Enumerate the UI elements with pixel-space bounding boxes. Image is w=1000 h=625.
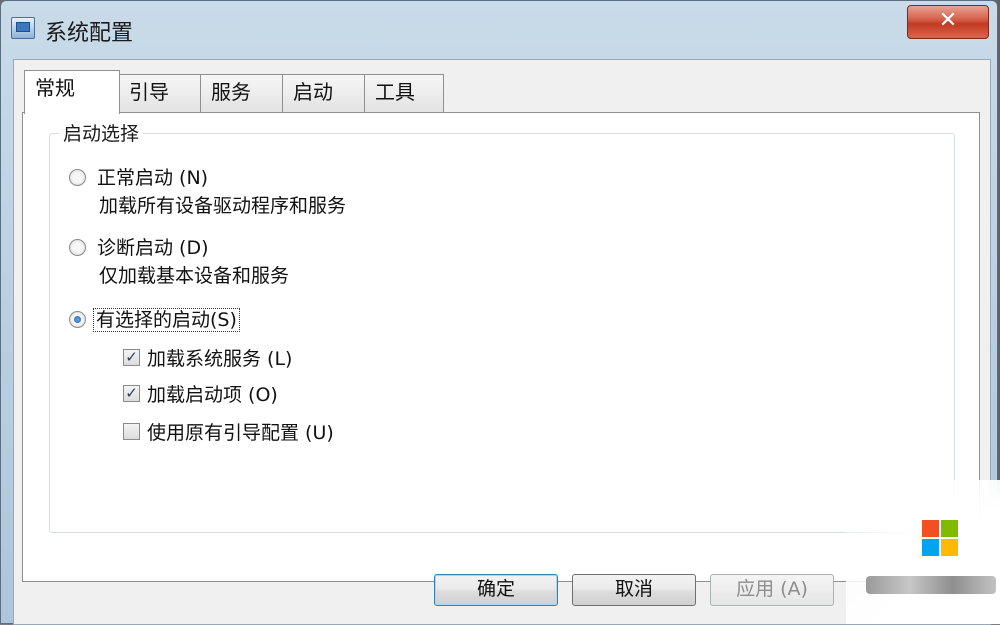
normal-startup-label[interactable]: 正常启动 (N) (97, 163, 208, 190)
system-config-icon (11, 17, 35, 39)
windows-logo-yellow (941, 539, 958, 556)
watermark-overlay (846, 480, 1000, 624)
tab-boot[interactable]: 引导 (118, 74, 202, 112)
selective-startup-radio[interactable] (69, 311, 86, 328)
windows-logo-green (941, 520, 958, 537)
diagnostic-startup-radio[interactable] (69, 239, 86, 256)
use-original-boot-config-checkbox[interactable] (123, 423, 140, 440)
normal-startup-radio[interactable] (69, 169, 86, 186)
dialog-client-area: 常规 引导 服务 启动 工具 启动选择 正常启动 (N) 加载所有设备驱动程序和… (13, 59, 991, 625)
load-system-services-label[interactable]: 加载系统服务 (L) (147, 344, 292, 371)
checkmark-icon: ✓ (125, 384, 138, 402)
tab-general[interactable]: 常规 (24, 70, 120, 114)
load-startup-items-label[interactable]: 加载启动项 (O) (147, 380, 278, 407)
startup-selection-label: 启动选择 (59, 119, 144, 146)
blurred-watermark-text (866, 576, 996, 594)
tab-services-label: 服务 (211, 80, 251, 104)
selective-startup-label-text: 有选择的启动(S) (93, 308, 240, 332)
tab-startup[interactable]: 启动 (282, 74, 366, 112)
ok-button[interactable]: 确定 (434, 574, 558, 606)
general-tab-panel: 启动选择 正常启动 (N) 加载所有设备驱动程序和服务 诊断启动 (D) 仅加载… (22, 112, 980, 582)
tab-services[interactable]: 服务 (200, 74, 284, 112)
window-title: 系统配置 (45, 21, 134, 46)
windows-logo-icon (922, 520, 939, 537)
apply-button[interactable]: 应用 (A) (710, 574, 834, 606)
close-button[interactable]: ✕ (907, 5, 989, 39)
tab-tools[interactable]: 工具 (364, 74, 444, 112)
tab-startup-label: 启动 (293, 80, 333, 104)
diagnostic-startup-description: 仅加载基本设备和服务 (99, 265, 290, 287)
normal-startup-description: 加载所有设备驱动程序和服务 (99, 195, 347, 217)
load-system-services-checkbox[interactable]: ✓ (123, 349, 140, 366)
tab-tools-label: 工具 (375, 80, 415, 104)
title-bar[interactable]: 系统配置 ✕ (1, 1, 997, 57)
tab-boot-label: 引导 (129, 80, 169, 104)
cancel-button[interactable]: 取消 (572, 574, 696, 606)
tab-strip: 常规 引导 服务 启动 工具 (22, 70, 722, 114)
windows-logo-blue (922, 539, 939, 556)
checkmark-icon: ✓ (125, 348, 138, 366)
close-icon: ✕ (938, 8, 958, 33)
diagnostic-startup-label[interactable]: 诊断启动 (D) (97, 233, 209, 260)
selective-startup-label[interactable]: 有选择的启动(S) (93, 305, 240, 332)
use-original-boot-config-label[interactable]: 使用原有引导配置 (U) (147, 418, 334, 445)
load-startup-items-checkbox[interactable]: ✓ (123, 385, 140, 402)
tab-general-label: 常规 (35, 76, 75, 100)
